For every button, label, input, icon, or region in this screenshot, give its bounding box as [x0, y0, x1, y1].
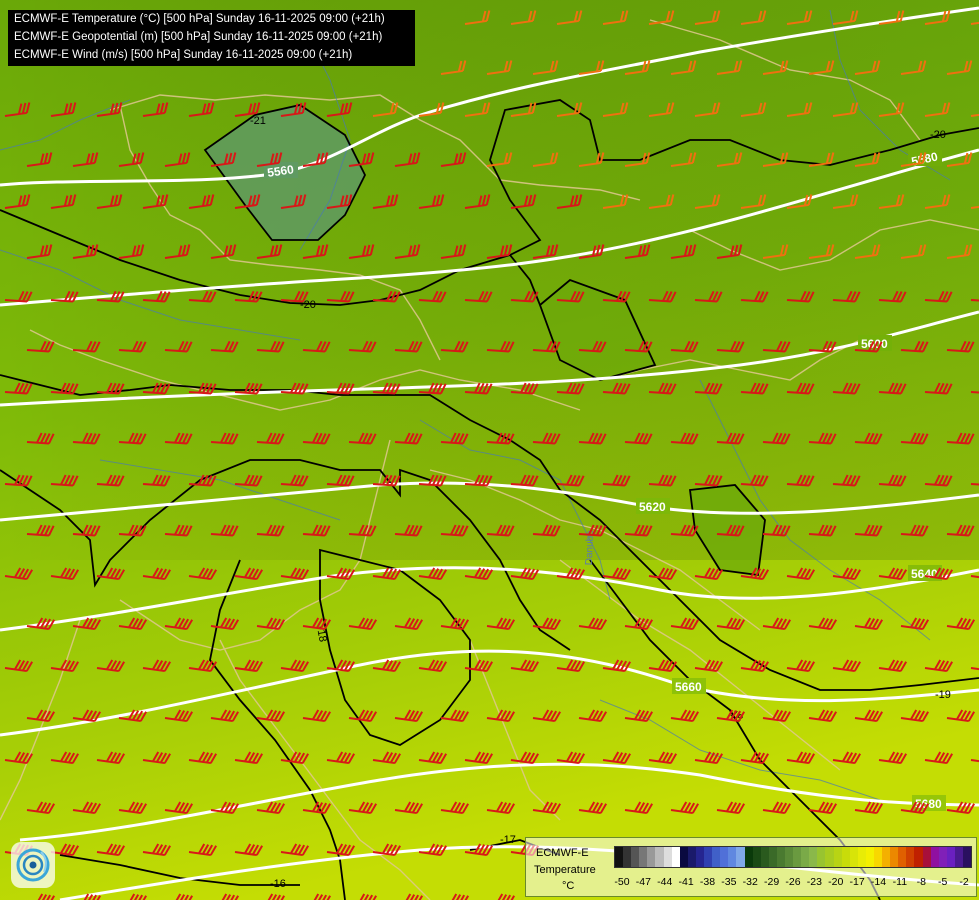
legend-swatch	[809, 847, 818, 867]
legend-swatch	[639, 847, 648, 867]
legend-tick: -41	[678, 876, 694, 888]
legend-swatch	[793, 847, 802, 867]
legend-tick: -47	[635, 876, 651, 888]
label-t-21: -21	[250, 115, 266, 127]
legend-swatch	[954, 847, 964, 867]
legend-swatch	[720, 847, 729, 867]
legend-swatch	[890, 847, 899, 867]
ecmwf-logo-icon	[11, 842, 55, 888]
legend-swatch	[914, 847, 923, 867]
legend-swatch	[728, 847, 737, 867]
legend-swatch	[906, 847, 915, 867]
legend-swatch	[623, 847, 632, 867]
legend-tick: -38	[699, 876, 716, 888]
map-header: ECMWF-E Temperature (°C) [500 hPa] Sunda…	[8, 10, 415, 66]
legend-swatch	[695, 847, 705, 867]
legend-swatch	[712, 847, 721, 867]
legend-swatch	[898, 847, 907, 867]
legend-swatch	[736, 847, 745, 867]
legend-swatch	[946, 847, 955, 867]
legend-tick: -44	[657, 876, 673, 888]
legend-tick: -11	[892, 876, 908, 888]
legend-swatch	[647, 847, 656, 867]
header-geopotential: ECMWF-E Geopotential (m) [500 hPa] Sunda…	[14, 31, 383, 43]
legend-swatch	[865, 847, 874, 867]
label-t-20b: -20	[930, 129, 946, 141]
legend-swatch	[874, 847, 883, 867]
legend-color-bar	[614, 846, 972, 868]
legend-swatch	[857, 847, 866, 867]
header-wind: ECMWF-E Wind (m/s) [500 hPa] Sunday 16-1…	[14, 49, 353, 61]
legend-swatch	[671, 847, 680, 867]
label-5640: 5640	[911, 567, 938, 581]
label-5620: 5620	[639, 500, 666, 514]
legend-swatch	[784, 847, 794, 867]
legend-tick: -29	[764, 876, 780, 888]
legend-tick: -26	[785, 876, 801, 888]
label-t-16: -16	[270, 878, 286, 890]
legend-swatch	[631, 847, 640, 867]
legend-tick: -5	[937, 876, 948, 888]
temperature-legend: ECMWF-E Temperature °C -50 -47 -44 -41 -38 -3…	[525, 837, 977, 897]
legend-swatch	[752, 847, 761, 867]
temperature-field-east	[0, 0, 979, 560]
legend-tick: -17	[849, 876, 865, 888]
weather-map: 5560 5580 5600 5620 5640 5660 5680 -21 -…	[0, 0, 979, 900]
legend-swatch	[938, 847, 947, 867]
legend-swatch	[615, 847, 624, 867]
legend-swatch	[841, 847, 850, 867]
legend-swatch	[963, 847, 972, 867]
label-t-19: -19	[935, 689, 951, 701]
legend-swatch	[930, 847, 939, 867]
legend-swatch	[849, 847, 858, 867]
legend-swatch	[801, 847, 810, 867]
legend-title: ECMWF-E	[536, 847, 589, 859]
legend-swatch	[922, 847, 931, 867]
legend-swatch	[744, 847, 753, 867]
legend-swatch	[768, 847, 777, 867]
legend-swatch	[687, 847, 696, 867]
legend-swatch	[776, 847, 785, 867]
legend-ticks: -50 -47 -44 -41 -38 -35 -32 -29 -26 -23 -20 -17 -14-…	[614, 876, 972, 890]
legend-tick: -35	[721, 876, 737, 888]
legend-tick: -50	[614, 876, 630, 888]
legend-tick: -2	[959, 876, 969, 888]
label-t-17: -17	[500, 834, 516, 846]
legend-swatch	[817, 847, 826, 867]
legend-swatch	[760, 847, 769, 867]
legend-swatch	[655, 847, 664, 867]
legend-swatch	[833, 847, 842, 867]
legend-swatch	[679, 847, 688, 867]
legend-unit: °C	[562, 880, 575, 892]
legend-tick: -32	[742, 876, 758, 888]
legend-swatch	[663, 847, 672, 867]
legend-tick: -23	[806, 876, 822, 888]
label-5660: 5660	[675, 680, 702, 694]
legend-swatch	[704, 847, 713, 867]
legend-swatch	[882, 847, 891, 867]
legend-tick: -14	[870, 876, 887, 888]
header-temperature: ECMWF-E Temperature (°C) [500 hPa] Sunda…	[14, 13, 385, 25]
legend-tick: -8	[916, 876, 926, 888]
legend-tick: -20	[828, 876, 844, 888]
legend-variable: Temperature	[534, 864, 596, 876]
legend-swatch	[825, 847, 834, 867]
